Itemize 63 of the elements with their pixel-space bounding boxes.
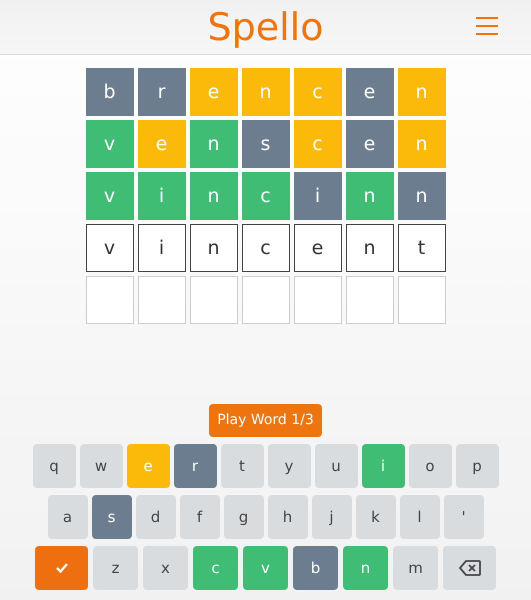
- letter-tile: n: [346, 224, 394, 272]
- enter-key[interactable]: [35, 546, 88, 590]
- backspace-key[interactable]: [443, 546, 496, 590]
- letter-tile: v: [86, 120, 134, 168]
- letter-key[interactable]: o: [408, 444, 452, 488]
- letter-key[interactable]: h: [268, 495, 308, 539]
- letter-tile: e: [346, 120, 394, 168]
- letter-tile: e: [138, 120, 186, 168]
- letter-key[interactable]: j: [312, 495, 352, 539]
- letter-tile: s: [242, 120, 290, 168]
- letter-key[interactable]: x: [143, 546, 188, 590]
- letter-key[interactable]: t: [220, 444, 264, 488]
- letter-tile: i: [138, 172, 186, 220]
- checkmark-icon: [56, 563, 68, 573]
- letter-key[interactable]: u: [314, 444, 358, 488]
- letter-key[interactable]: b: [293, 546, 338, 590]
- letter-tile: n: [398, 172, 446, 220]
- letter-key[interactable]: w: [80, 444, 122, 488]
- letter-key[interactable]: g: [224, 495, 264, 539]
- letter-key[interactable]: s: [92, 495, 132, 539]
- letter-key[interactable]: d: [136, 495, 176, 539]
- letter-key[interactable]: z: [93, 546, 138, 590]
- letter-tile: n: [190, 120, 238, 168]
- letter-tile: [86, 276, 134, 324]
- letter-tile: c: [242, 172, 290, 220]
- letter-tile: v: [86, 172, 134, 220]
- letter-key[interactable]: f: [180, 495, 220, 539]
- letter-tile: r: [138, 68, 186, 116]
- letter-tile: e: [294, 224, 342, 272]
- letter-tile: c: [242, 224, 290, 272]
- letter-key[interactable]: k: [356, 495, 396, 539]
- letter-key[interactable]: m: [393, 546, 438, 590]
- letter-tile: n: [398, 120, 446, 168]
- letter-tile: [190, 276, 238, 324]
- letter-tile: c: [294, 120, 342, 168]
- letter-tile: t: [398, 224, 446, 272]
- letter-tile: [294, 276, 342, 324]
- menu-button[interactable]: [476, 17, 498, 35]
- letter-tile: n: [190, 172, 238, 220]
- letter-key[interactable]: ': [444, 495, 484, 539]
- letter-tile: i: [138, 224, 186, 272]
- letter-tile: b: [86, 68, 134, 116]
- letter-key[interactable]: y: [268, 444, 310, 488]
- letter-key[interactable]: q: [32, 444, 76, 488]
- letter-tile: [242, 276, 290, 324]
- letter-tile: i: [294, 172, 342, 220]
- letter-tile: e: [190, 68, 238, 116]
- letter-tile: n: [242, 68, 290, 116]
- letter-key[interactable]: a: [48, 495, 88, 539]
- app-title: Spello: [208, 8, 324, 46]
- letter-key[interactable]: p: [456, 444, 498, 488]
- backspace-icon: [458, 560, 480, 576]
- letter-tile: n: [346, 172, 394, 220]
- letter-tile: [138, 276, 186, 324]
- letter-key[interactable]: r: [174, 444, 216, 488]
- letter-tile: n: [398, 68, 446, 116]
- letter-tile: c: [294, 68, 342, 116]
- letter-tile: n: [190, 224, 238, 272]
- letter-tile: [346, 276, 394, 324]
- letter-tile: [398, 276, 446, 324]
- letter-tile: v: [86, 224, 134, 272]
- letter-tile: e: [346, 68, 394, 116]
- letter-key[interactable]: l: [400, 495, 440, 539]
